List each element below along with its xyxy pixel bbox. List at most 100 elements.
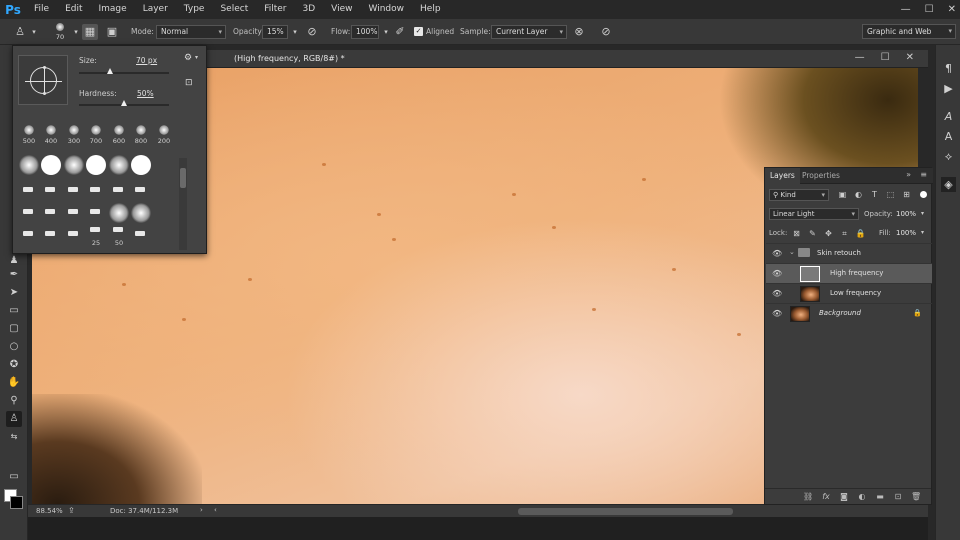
layer-row[interactable]: 👁 Low frequency [766, 283, 932, 303]
filter-smart-object-icon[interactable]: ⊞ [901, 189, 912, 200]
brush-preset[interactable] [130, 154, 152, 176]
close-icon[interactable]: ✕ [906, 52, 914, 63]
hardness-value[interactable]: 50% [137, 89, 154, 98]
menu-edit[interactable]: Edit [57, 0, 90, 19]
chevron-down-icon[interactable]: ▾ [921, 229, 924, 236]
brush-preset[interactable] [108, 202, 130, 224]
menu-layer[interactable]: Layer [135, 0, 176, 19]
brush-preset[interactable]: 300 [63, 122, 85, 145]
brush-preset[interactable] [18, 224, 40, 246]
glyph-icon[interactable]: A [941, 129, 956, 144]
brush-preset[interactable] [40, 154, 62, 176]
menu-type[interactable]: Type [176, 0, 213, 19]
new-preset-icon[interactable]: ⊡ [185, 78, 193, 88]
flow-input[interactable]: 100% [351, 25, 379, 39]
brush-preset[interactable] [108, 154, 130, 176]
filter-toggle-icon[interactable] [920, 191, 927, 198]
opacity-input[interactable]: 15% [262, 25, 288, 39]
minimize-icon[interactable]: — [855, 52, 865, 63]
character-icon[interactable]: A [941, 109, 956, 124]
layer-opacity-value[interactable]: 100% [896, 210, 916, 218]
paragraph-icon[interactable]: ¶ [941, 61, 956, 76]
fill-value[interactable]: 100% [896, 229, 916, 237]
brush-preset[interactable]: 25 [85, 224, 107, 247]
paths-icon[interactable]: ⟡ [941, 149, 956, 164]
brush-angle-preview[interactable] [18, 55, 68, 105]
tab-properties[interactable]: Properties [797, 168, 845, 184]
brush-settings-icon[interactable]: ▦ [82, 24, 98, 40]
visibility-eye-icon[interactable]: 👁 [772, 249, 782, 259]
brush-preset[interactable]: 500 [18, 122, 40, 145]
lock-artboard-icon[interactable]: ⌗ [839, 228, 850, 239]
clone-source-icon[interactable]: ▣ [104, 24, 120, 40]
filter-type-icon[interactable]: T [869, 189, 880, 200]
hardness-slider-handle[interactable] [120, 100, 127, 106]
workspace-select[interactable]: Graphic and Web ▾ [862, 24, 956, 39]
link-layers-icon[interactable]: ⛓ [803, 492, 813, 501]
brush-preset[interactable] [40, 180, 62, 202]
brush-preset[interactable] [40, 202, 62, 224]
brush-preset[interactable] [130, 180, 152, 202]
ignore-adjustment-icon[interactable]: ⊗ [571, 24, 587, 40]
custom-shape-icon[interactable]: ✪ [6, 357, 22, 373]
pressure-size-icon[interactable]: ⊘ [598, 24, 614, 40]
brush-preset[interactable] [63, 154, 85, 176]
size-slider-handle[interactable] [107, 68, 113, 74]
brush-preset[interactable]: 700 [85, 122, 107, 145]
brush-preset[interactable]: 50 [108, 224, 130, 247]
new-layer-icon[interactable]: ⊡ [893, 492, 903, 501]
filter-kind-select[interactable]: ⚲ Kind ▾ [769, 189, 829, 201]
brush-preset[interactable] [63, 202, 85, 224]
filter-pixel-icon[interactable]: ▣ [837, 189, 848, 200]
maximize-icon[interactable]: ☐ [925, 4, 934, 15]
brush-preset[interactable]: 600 [108, 122, 130, 145]
new-group-icon[interactable]: ▬ [875, 492, 885, 501]
hardness-slider[interactable] [79, 100, 169, 106]
preset-scroll-thumb[interactable] [180, 168, 186, 188]
minimize-icon[interactable]: — [901, 4, 911, 15]
lock-all-icon[interactable]: 🔒 [855, 228, 866, 239]
gear-icon[interactable]: ⚙ [184, 53, 192, 63]
brush-preset-picker[interactable]: 70 [52, 22, 68, 42]
menu-image[interactable]: Image [91, 0, 135, 19]
collapse-icon[interactable]: » [906, 170, 911, 179]
zoom-level[interactable]: 88.54% [36, 507, 63, 515]
adjustment-layer-icon[interactable]: ◐ [857, 492, 867, 501]
menu-select[interactable]: Select [212, 0, 256, 19]
brush-preset[interactable] [63, 180, 85, 202]
chevron-down-icon[interactable]: ▾ [921, 210, 924, 217]
chevron-down-icon[interactable]: ▾ [26, 24, 42, 40]
layers-icon[interactable]: ◈ [941, 177, 956, 192]
size-value[interactable]: 70 px [136, 56, 157, 65]
path-select-icon[interactable]: ➤ [6, 285, 22, 301]
aligned-checkbox[interactable]: ✓ [414, 27, 423, 36]
add-mask-icon[interactable]: ◙ [839, 492, 849, 501]
menu-help[interactable]: Help [412, 0, 449, 19]
brush-preset[interactable] [108, 180, 130, 202]
rounded-rect-icon[interactable]: ▢ [6, 321, 22, 337]
ellipse-icon[interactable]: ○ [6, 339, 22, 355]
fx-icon[interactable]: fx [821, 492, 831, 501]
scroll-left-icon[interactable]: ‹ [214, 506, 217, 514]
sample-select[interactable]: Current Layer ▾ [491, 25, 567, 39]
maximize-icon[interactable]: ☐ [881, 52, 890, 63]
brush-preset[interactable] [18, 154, 40, 176]
panel-menu-icon[interactable]: ≡ [920, 170, 927, 179]
brush-preset[interactable] [18, 180, 40, 202]
brush-preset[interactable] [18, 202, 40, 224]
play-icon[interactable]: ▶ [941, 81, 956, 96]
filter-adjustment-icon[interactable]: ◐ [853, 189, 864, 200]
pen-icon[interactable]: ✒ [6, 267, 22, 283]
trash-icon[interactable]: 🗑 [911, 492, 921, 501]
brush-preset[interactable] [85, 154, 107, 176]
background-color-swatch[interactable] [10, 496, 23, 509]
brush-preset[interactable]: 800 [130, 122, 152, 145]
hand-icon[interactable]: ✋ [6, 375, 22, 391]
menu-view[interactable]: View [323, 0, 360, 19]
brush-preset[interactable] [63, 224, 85, 246]
layer-row[interactable]: 👁 Background 🔒 [766, 303, 932, 323]
preset-scrollbar[interactable] [179, 158, 187, 250]
horizontal-scrollbar[interactable] [518, 508, 733, 515]
brush-preset[interactable] [40, 224, 62, 246]
screen-mode-icon[interactable]: ▭ [6, 469, 22, 485]
